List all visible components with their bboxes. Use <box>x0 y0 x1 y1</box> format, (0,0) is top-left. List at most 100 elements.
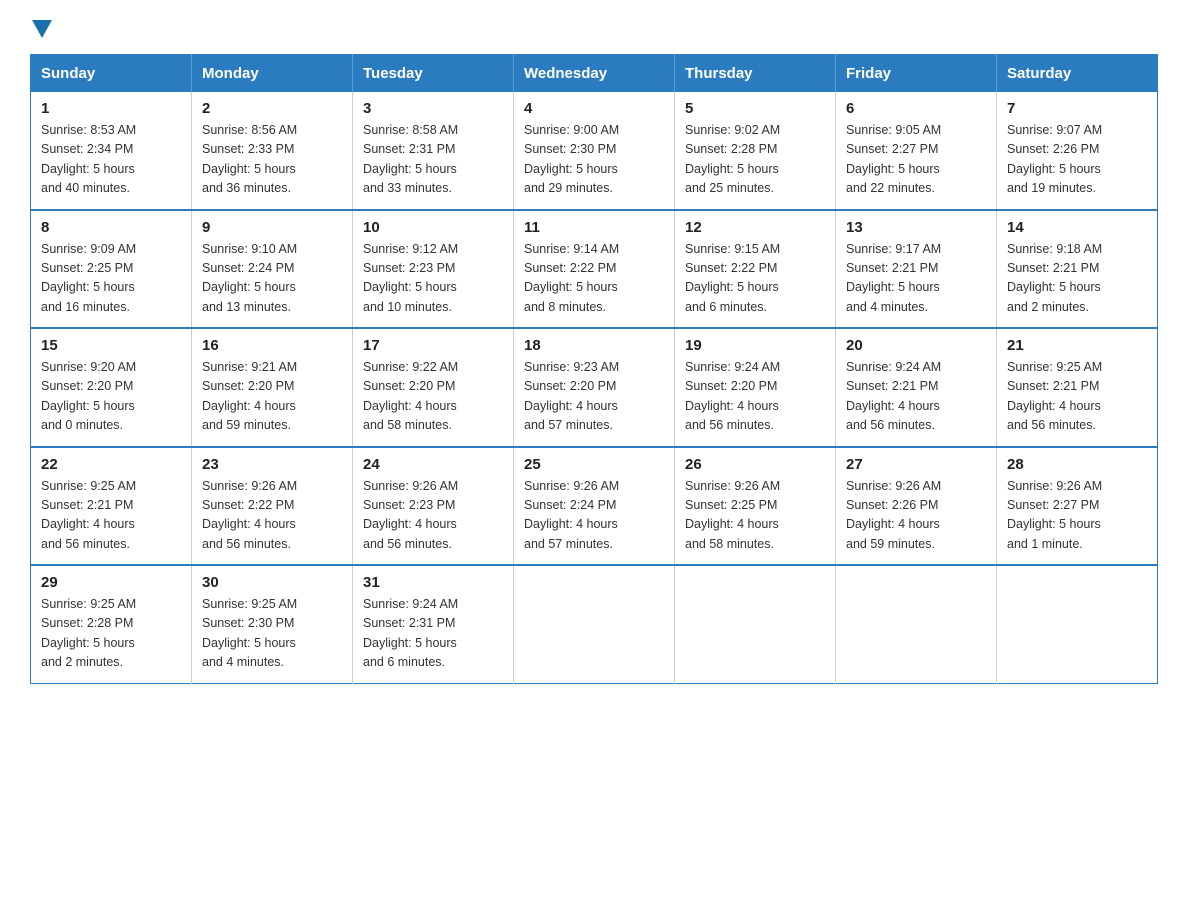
calendar-day-5: 5Sunrise: 9:02 AM Sunset: 2:28 PM Daylig… <box>675 92 836 210</box>
weekday-header-thursday: Thursday <box>675 55 836 93</box>
day-info: Sunrise: 9:26 AM Sunset: 2:27 PM Dayligh… <box>1007 477 1147 555</box>
weekday-header-saturday: Saturday <box>997 55 1158 93</box>
empty-cell <box>675 565 836 683</box>
day-info: Sunrise: 9:12 AM Sunset: 2:23 PM Dayligh… <box>363 240 503 318</box>
page-header <box>30 20 1158 36</box>
day-number: 14 <box>1007 219 1147 236</box>
day-number: 4 <box>524 100 664 117</box>
weekday-header-tuesday: Tuesday <box>353 55 514 93</box>
day-info: Sunrise: 9:15 AM Sunset: 2:22 PM Dayligh… <box>685 240 825 318</box>
empty-cell <box>997 565 1158 683</box>
day-number: 10 <box>363 219 503 236</box>
calendar-day-24: 24 Sunrise: 9:26 AM Sunset: 2:23 PM Dayli… <box>353 447 514 566</box>
day-number: 17 <box>363 337 503 354</box>
calendar-day-22: 22Sunrise: 9:25 AM Sunset: 2:21 PM Dayli… <box>31 447 192 566</box>
day-number: 18 <box>524 337 664 354</box>
day-number: 6 <box>846 100 986 117</box>
calendar-day-13: 13Sunrise: 9:17 AM Sunset: 2:21 PM Dayli… <box>836 210 997 329</box>
day-number: 19 <box>685 337 825 354</box>
calendar-day-30: 30 Sunrise: 9:25 AM Sunset: 2:30 PM Dayli… <box>192 565 353 683</box>
calendar-day-23: 23 Sunrise: 9:26 AM Sunset: 2:22 PM Dayli… <box>192 447 353 566</box>
day-info: Sunrise: 8:58 AM Sunset: 2:31 PM Dayligh… <box>363 121 503 199</box>
calendar-day-11: 11 Sunrise: 9:14 AM Sunset: 2:22 PM Dayli… <box>514 210 675 329</box>
day-number: 23 <box>202 456 342 473</box>
weekday-header-row: SundayMondayTuesdayWednesdayThursdayFrid… <box>31 55 1158 93</box>
day-number: 30 <box>202 574 342 591</box>
calendar-day-2: 2 Sunrise: 8:56 AM Sunset: 2:33 PM Daylig… <box>192 92 353 210</box>
day-info: Sunrise: 9:07 AM Sunset: 2:26 PM Dayligh… <box>1007 121 1147 199</box>
day-info: Sunrise: 9:23 AM Sunset: 2:20 PM Dayligh… <box>524 358 664 436</box>
calendar-day-14: 14 Sunrise: 9:18 AM Sunset: 2:21 PM Dayli… <box>997 210 1158 329</box>
calendar-week-3: 15 Sunrise: 9:20 AM Sunset: 2:20 PM Dayli… <box>31 328 1158 447</box>
calendar-day-3: 3 Sunrise: 8:58 AM Sunset: 2:31 PM Daylig… <box>353 92 514 210</box>
day-info: Sunrise: 8:53 AM Sunset: 2:34 PM Dayligh… <box>41 121 181 199</box>
day-number: 31 <box>363 574 503 591</box>
day-info: Sunrise: 9:25 AM Sunset: 2:21 PM Dayligh… <box>1007 358 1147 436</box>
day-info: Sunrise: 9:21 AM Sunset: 2:20 PM Dayligh… <box>202 358 342 436</box>
day-info: Sunrise: 9:22 AM Sunset: 2:20 PM Dayligh… <box>363 358 503 436</box>
day-number: 16 <box>202 337 342 354</box>
calendar-header: SundayMondayTuesdayWednesdayThursdayFrid… <box>31 55 1158 93</box>
day-info: Sunrise: 9:05 AM Sunset: 2:27 PM Dayligh… <box>846 121 986 199</box>
day-info: Sunrise: 9:26 AM Sunset: 2:23 PM Dayligh… <box>363 477 503 555</box>
calendar-day-10: 10 Sunrise: 9:12 AM Sunset: 2:23 PM Dayli… <box>353 210 514 329</box>
day-number: 21 <box>1007 337 1147 354</box>
day-number: 9 <box>202 219 342 236</box>
day-number: 15 <box>41 337 181 354</box>
day-info: Sunrise: 9:25 AM Sunset: 2:28 PM Dayligh… <box>41 595 181 673</box>
day-info: Sunrise: 9:20 AM Sunset: 2:20 PM Dayligh… <box>41 358 181 436</box>
day-info: Sunrise: 9:24 AM Sunset: 2:20 PM Dayligh… <box>685 358 825 436</box>
day-info: Sunrise: 9:18 AM Sunset: 2:21 PM Dayligh… <box>1007 240 1147 318</box>
weekday-header-friday: Friday <box>836 55 997 93</box>
calendar-day-9: 9 Sunrise: 9:10 AM Sunset: 2:24 PM Daylig… <box>192 210 353 329</box>
day-info: Sunrise: 9:25 AM Sunset: 2:30 PM Dayligh… <box>202 595 342 673</box>
calendar-day-15: 15 Sunrise: 9:20 AM Sunset: 2:20 PM Dayli… <box>31 328 192 447</box>
calendar-week-5: 29Sunrise: 9:25 AM Sunset: 2:28 PM Dayli… <box>31 565 1158 683</box>
calendar-day-29: 29Sunrise: 9:25 AM Sunset: 2:28 PM Dayli… <box>31 565 192 683</box>
day-number: 11 <box>524 219 664 236</box>
weekday-header-sunday: Sunday <box>31 55 192 93</box>
empty-cell <box>514 565 675 683</box>
day-info: Sunrise: 9:26 AM Sunset: 2:22 PM Dayligh… <box>202 477 342 555</box>
calendar-week-2: 8Sunrise: 9:09 AM Sunset: 2:25 PM Daylig… <box>31 210 1158 329</box>
day-number: 8 <box>41 219 181 236</box>
calendar-day-26: 26 Sunrise: 9:26 AM Sunset: 2:25 PM Dayli… <box>675 447 836 566</box>
calendar-day-28: 28 Sunrise: 9:26 AM Sunset: 2:27 PM Dayli… <box>997 447 1158 566</box>
calendar-day-1: 1 Sunrise: 8:53 AM Sunset: 2:34 PM Daylig… <box>31 92 192 210</box>
day-number: 5 <box>685 100 825 117</box>
calendar-day-4: 4Sunrise: 9:00 AM Sunset: 2:30 PM Daylig… <box>514 92 675 210</box>
day-info: Sunrise: 9:26 AM Sunset: 2:25 PM Dayligh… <box>685 477 825 555</box>
calendar-table: SundayMondayTuesdayWednesdayThursdayFrid… <box>30 54 1158 684</box>
calendar-day-31: 31 Sunrise: 9:24 AM Sunset: 2:31 PM Dayli… <box>353 565 514 683</box>
day-info: Sunrise: 9:24 AM Sunset: 2:21 PM Dayligh… <box>846 358 986 436</box>
empty-cell <box>836 565 997 683</box>
day-info: Sunrise: 9:10 AM Sunset: 2:24 PM Dayligh… <box>202 240 342 318</box>
day-info: Sunrise: 8:56 AM Sunset: 2:33 PM Dayligh… <box>202 121 342 199</box>
calendar-day-16: 16 Sunrise: 9:21 AM Sunset: 2:20 PM Dayli… <box>192 328 353 447</box>
calendar-day-7: 7Sunrise: 9:07 AM Sunset: 2:26 PM Daylig… <box>997 92 1158 210</box>
calendar-day-17: 17 Sunrise: 9:22 AM Sunset: 2:20 PM Dayli… <box>353 328 514 447</box>
logo <box>30 20 52 36</box>
calendar-body: 1 Sunrise: 8:53 AM Sunset: 2:34 PM Daylig… <box>31 92 1158 683</box>
calendar-day-19: 19 Sunrise: 9:24 AM Sunset: 2:20 PM Dayli… <box>675 328 836 447</box>
day-info: Sunrise: 9:24 AM Sunset: 2:31 PM Dayligh… <box>363 595 503 673</box>
day-number: 24 <box>363 456 503 473</box>
day-number: 1 <box>41 100 181 117</box>
day-number: 26 <box>685 456 825 473</box>
day-info: Sunrise: 9:26 AM Sunset: 2:24 PM Dayligh… <box>524 477 664 555</box>
calendar-week-4: 22Sunrise: 9:25 AM Sunset: 2:21 PM Dayli… <box>31 447 1158 566</box>
day-number: 28 <box>1007 456 1147 473</box>
weekday-header-wednesday: Wednesday <box>514 55 675 93</box>
weekday-header-monday: Monday <box>192 55 353 93</box>
calendar-day-18: 18 Sunrise: 9:23 AM Sunset: 2:20 PM Dayli… <box>514 328 675 447</box>
day-info: Sunrise: 9:14 AM Sunset: 2:22 PM Dayligh… <box>524 240 664 318</box>
logo-triangle-icon <box>32 20 52 38</box>
calendar-day-21: 21 Sunrise: 9:25 AM Sunset: 2:21 PM Dayli… <box>997 328 1158 447</box>
day-number: 3 <box>363 100 503 117</box>
day-number: 20 <box>846 337 986 354</box>
day-number: 27 <box>846 456 986 473</box>
day-number: 13 <box>846 219 986 236</box>
day-info: Sunrise: 9:25 AM Sunset: 2:21 PM Dayligh… <box>41 477 181 555</box>
calendar-week-1: 1 Sunrise: 8:53 AM Sunset: 2:34 PM Daylig… <box>31 92 1158 210</box>
day-number: 2 <box>202 100 342 117</box>
